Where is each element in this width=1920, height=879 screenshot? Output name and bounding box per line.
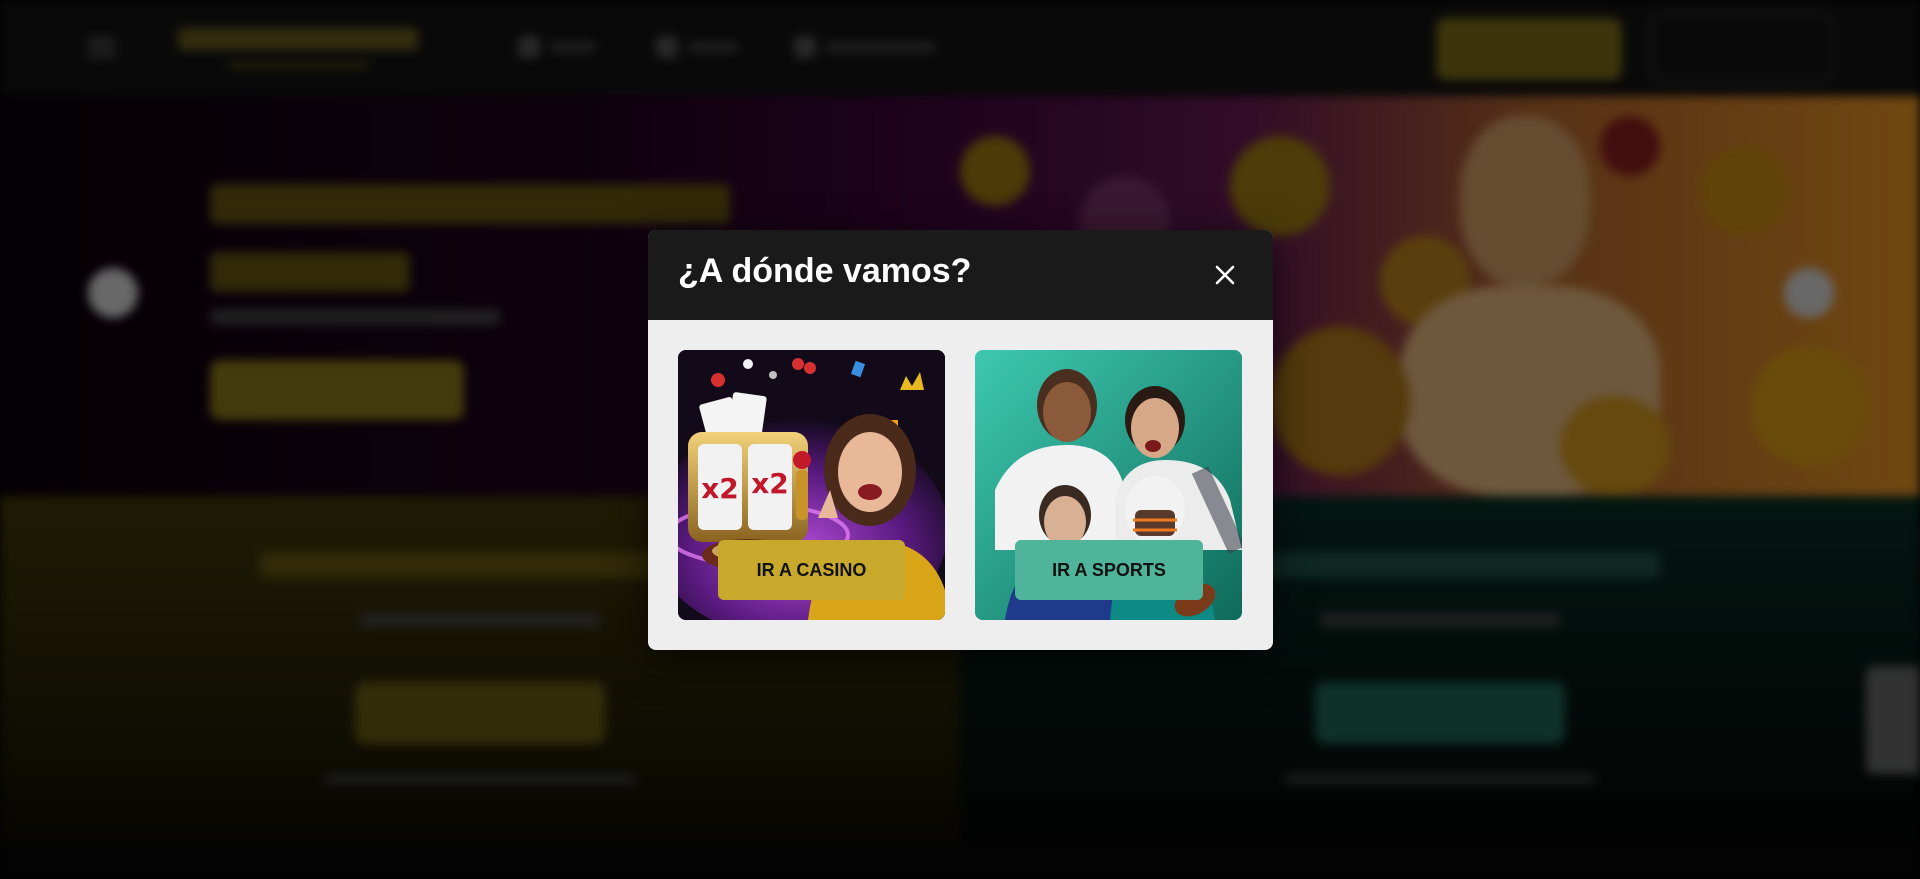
modal-title: ¿A dónde vamos? bbox=[678, 252, 972, 290]
go-to-casino-button[interactable]: IR A CASINO bbox=[718, 540, 905, 600]
go-to-sports-button[interactable]: IR A SPORTS bbox=[1015, 540, 1203, 600]
casino-card[interactable]: x2 x2 IR A CASINO bbox=[678, 350, 945, 620]
close-icon bbox=[1215, 265, 1235, 285]
destination-modal: ¿A dónde vamos? x2 x2 IR A CASINO IR A S… bbox=[648, 230, 1273, 650]
svg-text:x2: x2 bbox=[751, 467, 789, 500]
svg-text:x2: x2 bbox=[701, 472, 739, 505]
sports-card[interactable]: IR A SPORTS bbox=[975, 350, 1242, 620]
modal-header: ¿A dónde vamos? bbox=[648, 230, 1273, 320]
close-button[interactable] bbox=[1202, 252, 1248, 298]
